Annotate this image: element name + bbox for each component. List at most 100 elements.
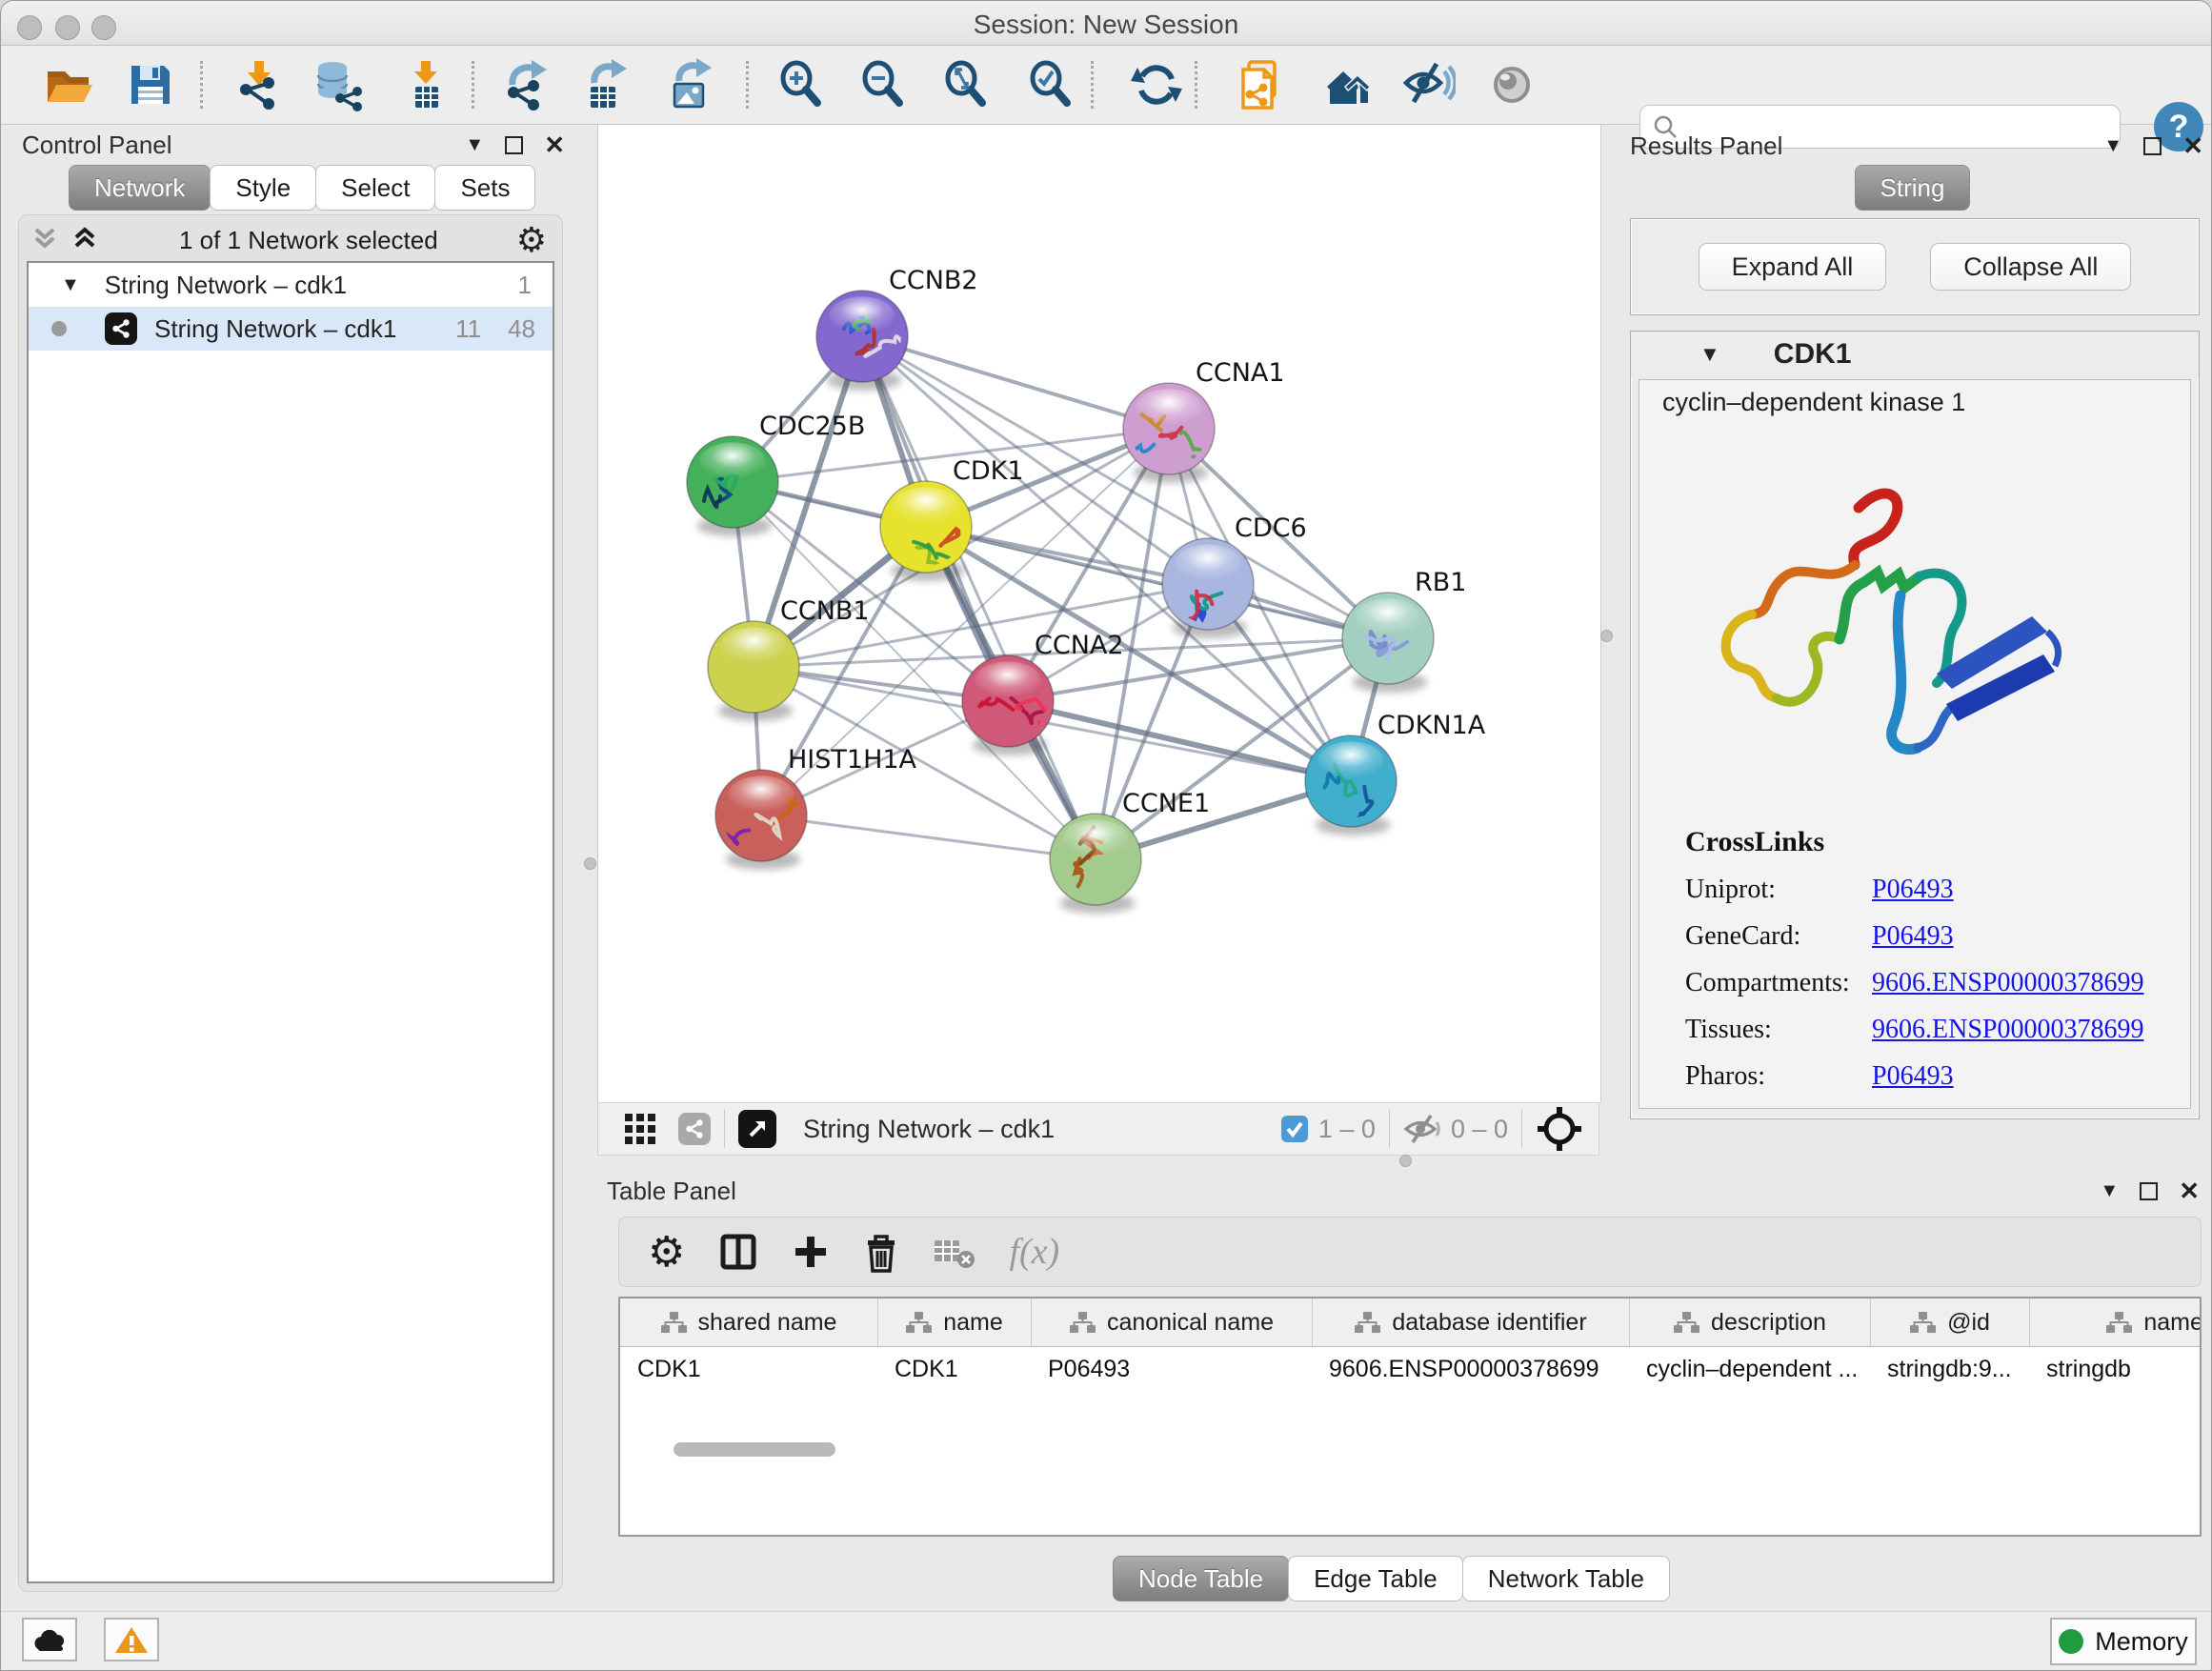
crosslink-link[interactable]: P06493 [1872,921,1954,952]
expand-all-button[interactable]: Expand All [1699,243,1887,291]
copy-network-icon[interactable] [1235,58,1288,111]
column-header-namespace[interactable]: namespace [2029,1299,2202,1346]
tab-style[interactable]: Style [210,165,316,211]
memory-button[interactable]: Memory [2050,1618,2197,1665]
tab-edge-table[interactable]: Edge Table [1288,1556,1463,1601]
column-network-icon [1355,1311,1380,1334]
hidden-eye-icon[interactable] [1403,1113,1441,1145]
column-header-name[interactable]: name [877,1299,1031,1346]
network-canvas[interactable]: CCNB2CCNA1CDC25BCDK1CDC6RB1CCNB1CCNA2CDK… [597,125,1601,1102]
node-CDKN1A[interactable] [1305,735,1397,836]
collapse-all-icon[interactable] [29,226,61,254]
column-network-icon [906,1311,932,1334]
close-panel-icon[interactable]: ✕ [544,131,565,160]
add-column-icon[interactable] [792,1233,830,1271]
node-CCNB1[interactable] [708,621,799,721]
table-body: CDK1CDK1P064939606.ENSP00000378699cyclin… [620,1347,2200,1391]
show-columns-icon[interactable] [717,1231,759,1273]
collapse-section-icon[interactable]: ▼ [1699,342,1720,367]
float-panel-icon[interactable] [2143,137,2162,155]
node-HIST1H1A[interactable] [707,770,808,870]
collapse-all-button[interactable]: Collapse All [1930,243,2131,291]
function-builder-icon[interactable]: f(x) [1009,1231,1059,1273]
node-CDC25B[interactable] [687,436,778,536]
tab-string[interactable]: String [1855,165,1971,211]
horizontal-scrollbar[interactable] [674,1442,835,1457]
node-CCNE1[interactable] [1050,814,1141,914]
table-cell: 9606.ENSP00000378699 [1312,1356,1629,1383]
network-row[interactable]: String Network – cdk1 11 48 [29,307,553,351]
crosslinks-header: CrossLinks [1685,826,2181,858]
birdseye-view-icon[interactable] [1536,1105,1583,1153]
import-network-icon[interactable] [232,58,286,111]
table-row[interactable]: CDK1CDK1P064939606.ENSP00000378699cyclin… [620,1347,2200,1391]
import-database-icon[interactable] [312,58,366,111]
separator [724,1110,725,1148]
tab-sets[interactable]: Sets [434,165,535,211]
hide-selected-icon[interactable] [1402,58,1456,111]
memory-status-icon [2059,1629,2083,1654]
export-table-icon[interactable] [579,58,633,111]
column-header--id[interactable]: @id [1870,1299,2029,1346]
column-header-database-identifier[interactable]: database identifier [1312,1299,1629,1346]
close-panel-icon[interactable]: ✕ [2179,1177,2200,1206]
right-splitter-handle[interactable] [1600,630,1613,642]
edge-HIST1H1A-CCNE1[interactable] [761,815,1096,859]
network-collection-row[interactable]: ▼ String Network – cdk1 1 [29,263,553,307]
gene-section-header[interactable]: ▼ CDK1 [1631,332,2199,377]
cloud-status-button[interactable] [22,1618,77,1661]
delete-table-icon[interactable] [933,1233,976,1271]
warnings-button[interactable] [104,1618,159,1661]
node-CCNB2[interactable] [816,291,908,391]
panel-menu-icon[interactable]: ▼ [2100,1180,2119,1202]
gear-icon[interactable]: ⚙ [516,220,547,260]
open-in-window-icon[interactable] [738,1110,776,1148]
node-RB1[interactable] [1342,593,1434,693]
edge-CCNB2-CCNA1[interactable] [862,336,1169,429]
refresh-icon[interactable] [1130,58,1183,111]
column-header-canonical-name[interactable]: canonical name [1031,1299,1312,1346]
table-settings-gear-icon[interactable]: ⚙ [648,1228,685,1277]
node-label-CDKN1A: CDKN1A [1377,711,1486,740]
column-network-icon [1910,1311,1936,1334]
zoom-in-icon[interactable] [774,58,828,111]
window-title: Session: New Session [1,10,2211,40]
save-session-icon[interactable] [124,58,177,111]
column-header-description[interactable]: description [1629,1299,1870,1346]
close-panel-icon[interactable]: ✕ [2182,131,2203,161]
open-session-icon[interactable] [41,58,94,111]
node-CCNA2[interactable] [962,655,1054,755]
node-CDK1[interactable] [880,481,972,581]
home-icon[interactable] [1319,58,1373,111]
crosslink-link[interactable]: 9606.ENSP00000378699 [1872,1015,2143,1045]
export-network-icon[interactable] [499,58,553,111]
edge-CCNB2-CCNE1[interactable] [862,336,1096,859]
zoom-out-icon[interactable] [856,58,910,111]
tab-network-table[interactable]: Network Table [1462,1556,1670,1601]
crosslink-link[interactable]: P06493 [1872,875,1954,905]
horizontal-splitter-handle[interactable] [1399,1155,1412,1167]
panel-menu-icon[interactable]: ▼ [2103,135,2122,157]
show-all-icon[interactable] [1485,58,1538,111]
selected-checkbox-icon[interactable] [1280,1115,1309,1143]
share-view-icon[interactable] [678,1113,711,1145]
float-panel-icon[interactable] [505,136,523,154]
import-table-icon[interactable] [399,58,452,111]
delete-column-trash-icon[interactable] [862,1231,900,1273]
expand-all-icon[interactable] [69,226,101,254]
column-header-shared-name[interactable]: shared name [620,1299,877,1346]
collapse-collection-icon[interactable]: ▼ [61,274,80,296]
float-panel-icon[interactable] [2140,1182,2158,1200]
crosslink-link[interactable]: 9606.ENSP00000378699 [1872,968,2143,998]
crosslink-link[interactable]: P06493 [1872,1061,1954,1092]
tab-network[interactable]: Network [69,165,211,211]
node-CCNA1[interactable] [1123,383,1215,483]
tab-node-table[interactable]: Node Table [1113,1556,1289,1601]
zoom-fit-icon[interactable] [939,58,993,111]
left-splitter-handle[interactable] [584,857,596,870]
panel-menu-icon[interactable]: ▼ [465,134,484,156]
zoom-selected-icon[interactable] [1024,58,1077,111]
grid-view-icon[interactable] [623,1112,657,1146]
tab-select[interactable]: Select [315,165,435,211]
export-image-icon[interactable] [664,58,717,111]
